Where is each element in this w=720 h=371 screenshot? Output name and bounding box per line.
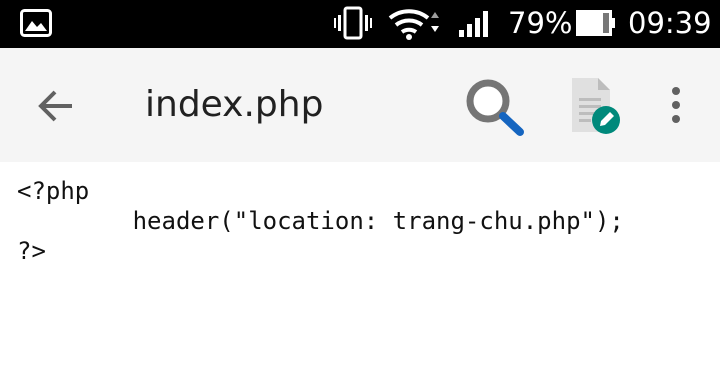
battery-icon — [576, 10, 615, 36]
code-line[interactable]: ?> — [17, 236, 46, 266]
edit-document-icon[interactable] — [568, 76, 624, 136]
app-bar: index.php — [0, 48, 720, 162]
code-line[interactable]: header("location: trang-chu.php"); — [17, 206, 624, 236]
clock: 09:39 — [628, 6, 712, 40]
vibrate-icon — [334, 6, 372, 40]
gallery-notification-icon — [20, 9, 52, 37]
arrow-back-icon[interactable] — [38, 89, 74, 123]
code-line[interactable]: <?php — [17, 176, 89, 206]
cell-signal-icon — [459, 11, 488, 37]
page-title: index.php — [145, 84, 324, 125]
battery-percent: 79% — [508, 6, 573, 40]
status-bar: 79% 09:39 — [0, 0, 720, 48]
wifi-icon — [388, 9, 439, 40]
code-editor[interactable]: <?php header("location: trang-chu.php");… — [0, 162, 720, 371]
search-icon[interactable] — [464, 78, 528, 136]
more-vert-icon[interactable] — [668, 86, 684, 126]
